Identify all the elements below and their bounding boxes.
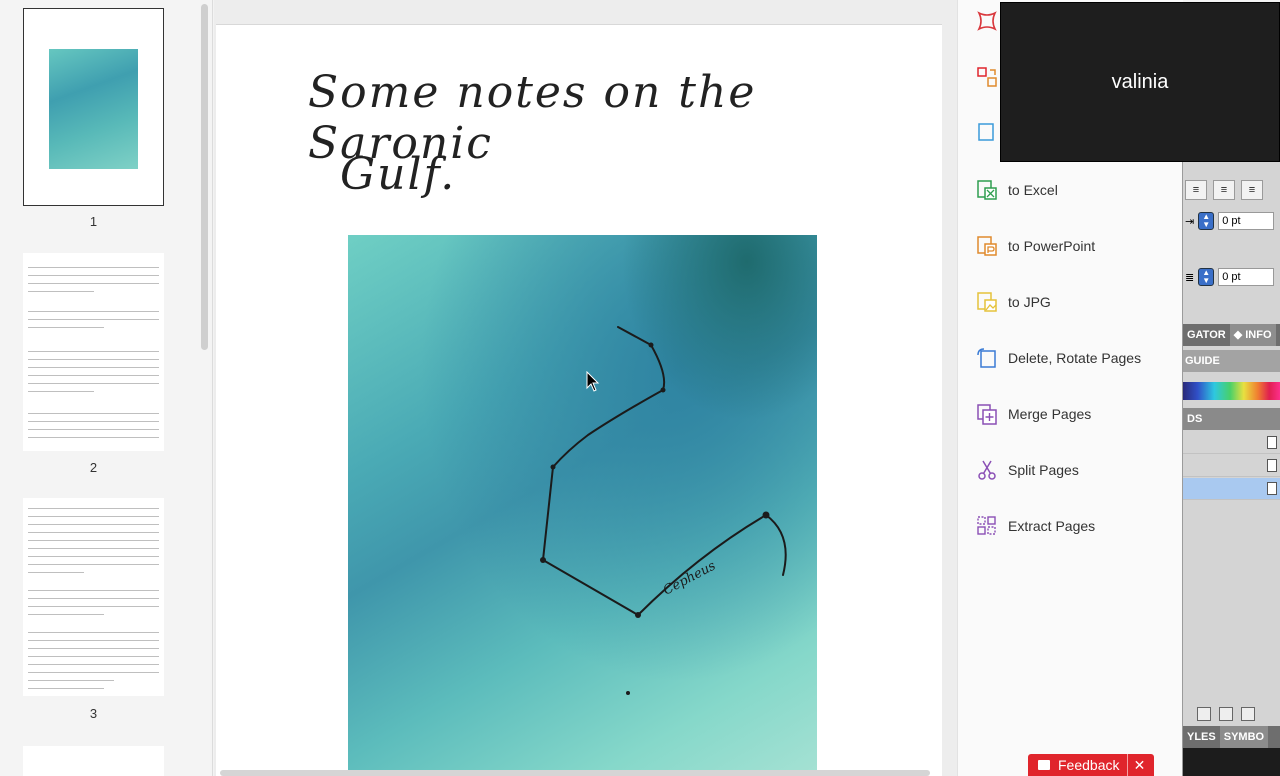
- sea-photo-with-sketch: Cepheus: [348, 235, 817, 770]
- split-pages-icon: [978, 460, 996, 480]
- feedback-label: Feedback: [1058, 757, 1120, 773]
- list-item[interactable]: [1183, 432, 1280, 454]
- tool-word-icon[interactable]: [976, 122, 998, 144]
- document-horizontal-scrollbar[interactable]: [220, 770, 930, 776]
- participant-name: valinia: [1111, 70, 1169, 93]
- panel-actions: [1183, 704, 1280, 724]
- tab-symbols[interactable]: SYMBO: [1219, 726, 1269, 748]
- constellation-sketch: Cepheus: [540, 326, 787, 695]
- page-thumbnail-3[interactable]: [23, 498, 164, 696]
- delete-item-button[interactable]: [1241, 707, 1255, 721]
- space-after-row: ≣ ▲ ▼ 0 pt: [1185, 266, 1280, 288]
- participant-video-tile[interactable]: valinia: [1000, 2, 1280, 162]
- list-item[interactable]: [1183, 455, 1280, 477]
- tab-styles[interactable]: YLES: [1183, 731, 1220, 743]
- page-thumbnails-panel: 1 2 3: [0, 0, 213, 776]
- thumbnails-scrollbar[interactable]: [201, 4, 208, 350]
- tool-shape-icon[interactable]: [976, 10, 998, 32]
- tool-label: Extract Pages: [1008, 518, 1096, 534]
- background-app-footer: [1183, 748, 1280, 776]
- new-item-button[interactable]: [1219, 707, 1233, 721]
- tool-delete-rotate-pages[interactable]: Delete, Rotate Pages: [976, 344, 1141, 372]
- document-icon: [1267, 459, 1277, 472]
- tool-merge-pages[interactable]: Merge Pages: [976, 400, 1091, 428]
- rotate-pages-icon: [977, 348, 996, 368]
- document-icon: [1267, 436, 1277, 449]
- align-justify-button[interactable]: ≡: [1241, 180, 1263, 200]
- tool-label: Merge Pages: [1008, 406, 1092, 422]
- guide-tab[interactable]: GUIDE: [1183, 350, 1280, 372]
- extract-pages-icon: [977, 516, 996, 535]
- list-item-selected[interactable]: [1183, 478, 1280, 500]
- tool-split-pages[interactable]: Split Pages: [976, 456, 1079, 484]
- tool-to-jpg[interactable]: to JPG: [976, 288, 1051, 316]
- tool-label: to JPG: [1008, 294, 1051, 310]
- space-after-icon: ≣: [1185, 271, 1195, 284]
- thumbnail-number: 2: [89, 460, 98, 475]
- background-app-panel: ≡ ≡ ≡ ⇥ ▲ ▼ 0 pt ≣ ▲ ▼ 0 pt GATOR ◆ INFO G…: [1182, 162, 1280, 776]
- jpg-export-icon: [977, 292, 997, 312]
- space-before-row: ⇥ ▲ ▼ 0 pt: [1185, 210, 1280, 232]
- excel-export-icon: [977, 180, 997, 200]
- tool-label: to Excel: [1008, 182, 1058, 198]
- powerpoint-export-icon: [977, 236, 997, 256]
- pages-tabbar: DS: [1183, 408, 1280, 430]
- tool-organize-icon[interactable]: [976, 66, 998, 88]
- chat-bubble-icon: [1038, 760, 1050, 770]
- tool-extract-pages[interactable]: Extract Pages: [976, 512, 1095, 540]
- merge-pages-icon: [977, 404, 997, 425]
- tool-label: to PowerPoint: [1008, 238, 1096, 254]
- sketch-label: Cepheus: [661, 558, 719, 598]
- space-before-field[interactable]: 0 pt: [1218, 212, 1275, 230]
- handwritten-title-line-2: Gulf.: [340, 149, 457, 200]
- document-page: Some notes on the Saronic Gulf. Cepheus: [216, 24, 942, 776]
- tool-to-powerpoint[interactable]: to PowerPoint: [976, 232, 1095, 260]
- mouse-cursor-icon: [586, 371, 600, 392]
- feedback-button[interactable]: Feedback ✕: [1028, 754, 1154, 776]
- tab-info[interactable]: ◆ INFO: [1229, 324, 1276, 346]
- document-icon: [1267, 482, 1277, 495]
- tab-pages[interactable]: DS: [1183, 413, 1206, 425]
- thumbnail-number: 1: [89, 214, 98, 229]
- tab-navigator[interactable]: GATOR: [1183, 329, 1230, 341]
- close-icon[interactable]: ✕: [1128, 757, 1150, 774]
- tool-label: Split Pages: [1008, 462, 1079, 478]
- thumbnail-photo: [49, 49, 138, 169]
- styles-tabbar: YLES SYMBO: [1183, 726, 1280, 748]
- space-before-stepper[interactable]: ▲ ▼: [1198, 212, 1215, 230]
- align-right-button[interactable]: ≡: [1185, 180, 1207, 200]
- tab-info-label: INFO: [1245, 329, 1272, 341]
- page-thumbnail-1[interactable]: [23, 8, 164, 206]
- page-thumbnail-2[interactable]: [23, 253, 164, 451]
- space-before-icon: ⇥: [1185, 215, 1195, 228]
- paragraph-align-toolbar: ≡ ≡ ≡: [1183, 180, 1280, 202]
- tool-to-excel[interactable]: to Excel: [976, 176, 1058, 204]
- align-center-button[interactable]: ≡: [1213, 180, 1235, 200]
- space-after-field[interactable]: 0 pt: [1218, 268, 1275, 286]
- navigator-tabbar: GATOR ◆ INFO: [1183, 324, 1280, 346]
- page-thumbnail-4[interactable]: [23, 746, 164, 776]
- thumbnail-number: 3: [89, 706, 98, 721]
- color-spectrum[interactable]: [1183, 382, 1280, 400]
- tool-label: Delete, Rotate Pages: [1008, 350, 1142, 366]
- app-window: 1 2 3 Some notes on the Saronic Gulf. Ce…: [0, 0, 1280, 776]
- move-down-button[interactable]: [1197, 707, 1211, 721]
- space-after-stepper[interactable]: ▲ ▼: [1198, 268, 1215, 286]
